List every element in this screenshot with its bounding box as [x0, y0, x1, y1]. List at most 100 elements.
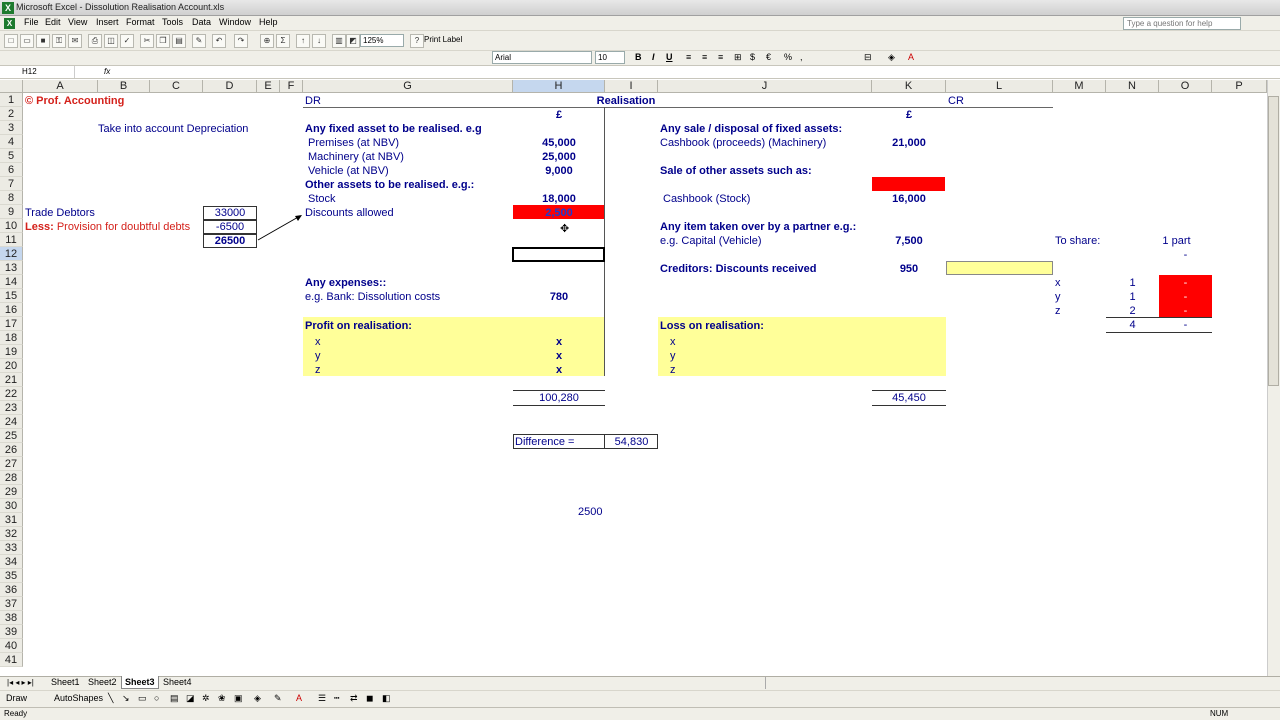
row-header-35[interactable]: 35 [0, 569, 23, 583]
cell-h8[interactable]: 18,000 [513, 192, 605, 206]
cell-h25[interactable]: Difference = [515, 435, 574, 449]
cell-j3[interactable]: Any sale / disposal of fixed assets: [660, 122, 842, 136]
cell-k2[interactable]: £ [872, 108, 946, 122]
cell-g14[interactable]: Any expenses:: [305, 276, 386, 290]
cell-m11[interactable]: To share: [1055, 234, 1100, 248]
col-header-h[interactable]: H [513, 80, 605, 93]
open-icon[interactable]: ▭ [20, 34, 34, 48]
row-header-6[interactable]: 6 [0, 163, 23, 177]
row-header-32[interactable]: 32 [0, 527, 23, 541]
row-header-37[interactable]: 37 [0, 597, 23, 611]
active-cell-h12[interactable] [512, 247, 605, 262]
font-color-icon[interactable]: A [908, 52, 914, 62]
row-header-5[interactable]: 5 [0, 149, 23, 163]
align-left-icon[interactable]: ≡ [686, 52, 691, 62]
new-icon[interactable]: □ [4, 34, 18, 48]
cell-m14[interactable]: x [1055, 276, 1061, 290]
cell-m16[interactable]: z [1055, 304, 1061, 318]
row-header-24[interactable]: 24 [0, 415, 23, 429]
col-header-b[interactable]: B [98, 80, 150, 93]
cell-h6[interactable]: 9,000 [513, 164, 605, 178]
shadow-icon[interactable]: ◼ [366, 693, 373, 704]
cell-g1[interactable]: DR [305, 94, 321, 108]
row-header-12[interactable]: 12 [0, 247, 23, 261]
row-header-40[interactable]: 40 [0, 639, 23, 653]
col-header-a[interactable]: A [23, 80, 98, 93]
comma-icon[interactable]: , [800, 52, 803, 62]
col-header-n[interactable]: N [1106, 80, 1159, 93]
cell-h18[interactable]: x [513, 335, 605, 349]
row-header-15[interactable]: 15 [0, 289, 23, 303]
cell-g5[interactable]: Machinery (at NBV) [308, 150, 404, 164]
row-header-11[interactable]: 11 [0, 233, 23, 247]
cell-k11[interactable]: 7,500 [872, 234, 946, 248]
redo-icon[interactable]: ↷ [234, 34, 248, 48]
help-search-input[interactable]: Type a question for help [1123, 17, 1241, 30]
italic-button[interactable]: I [652, 52, 655, 62]
col-header-i[interactable]: I [605, 80, 658, 93]
menu-format[interactable]: Format [126, 17, 155, 27]
row-header-7[interactable]: 7 [0, 177, 23, 191]
cell-g6[interactable]: Vehicle (at NBV) [308, 164, 389, 178]
col-header-o[interactable]: O [1159, 80, 1212, 93]
rectangle-icon[interactable]: ▭ [138, 693, 147, 704]
cell-j6[interactable]: Sale of other assets such as: [660, 164, 812, 178]
spelling-icon[interactable]: ✓ [120, 34, 134, 48]
row-header-33[interactable]: 33 [0, 541, 23, 555]
cell-k13[interactable]: 950 [872, 262, 946, 276]
cell-d10[interactable]: -6500 [203, 220, 257, 234]
cell-j13[interactable]: Creditors: Discounts received [660, 262, 817, 276]
col-header-k[interactable]: K [872, 80, 946, 93]
cell-n17[interactable]: 4 [1106, 318, 1159, 332]
cell-o11[interactable]: 1 part [1150, 234, 1203, 248]
copy-icon[interactable]: ❐ [156, 34, 170, 48]
cell-a10[interactable]: Less: Provision for doubtful debts [25, 220, 190, 234]
sort-desc-icon[interactable]: ↓ [312, 34, 326, 48]
cell-j17[interactable]: Loss on realisation: [660, 319, 764, 333]
cell-j20[interactable]: z [670, 363, 676, 377]
line-icon[interactable]: ╲ [108, 693, 113, 704]
col-header-g[interactable]: G [303, 80, 513, 93]
cut-icon[interactable]: ✂ [140, 34, 154, 48]
row-header-28[interactable]: 28 [0, 471, 23, 485]
menu-edit[interactable]: Edit [45, 17, 61, 27]
cell-n15[interactable]: 1 [1106, 290, 1159, 304]
row-header-13[interactable]: 13 [0, 261, 23, 275]
row-header-20[interactable]: 20 [0, 359, 23, 373]
cell-j4[interactable]: Cashbook (proceeds) (Machinery) [660, 136, 826, 150]
diagram-icon[interactable]: ✲ [202, 693, 210, 704]
row-header-14[interactable]: 14 [0, 275, 23, 289]
row-header-9[interactable]: 9 [0, 205, 23, 219]
draw-menu-button[interactable]: Draw [6, 693, 27, 703]
cell-k22[interactable]: 45,450 [872, 391, 946, 405]
row-header-31[interactable]: 31 [0, 513, 23, 527]
align-center-icon[interactable]: ≡ [702, 52, 707, 62]
row-header-22[interactable]: 22 [0, 387, 23, 401]
cell-m15[interactable]: y [1055, 290, 1061, 304]
permission-icon[interactable]: ⚿ [52, 34, 66, 48]
cell-h9[interactable]: 2,500 [513, 206, 605, 220]
workbook-icon[interactable]: X [4, 18, 15, 29]
cell-g9[interactable]: Discounts allowed [305, 206, 394, 220]
row-header-18[interactable]: 18 [0, 331, 23, 345]
cell-j18[interactable]: x [670, 335, 676, 349]
zoom-select[interactable]: 125% [360, 34, 404, 47]
line-style-icon[interactable]: ☰ [318, 693, 326, 704]
col-header-m[interactable]: M [1053, 80, 1106, 93]
cell-j10[interactable]: Any item taken over by a partner e.g.: [660, 220, 856, 234]
cell-d9[interactable]: 33000 [203, 206, 257, 220]
help-icon[interactable]: ? [410, 34, 424, 48]
row-header-19[interactable]: 19 [0, 345, 23, 359]
print-icon[interactable]: ⎙ [88, 34, 102, 48]
clipart-icon[interactable]: ❀ [218, 693, 226, 704]
l13-fill[interactable] [946, 261, 1053, 275]
autoshapes-button[interactable]: AutoShapes [54, 693, 103, 703]
cell-h30[interactable]: 2500 [578, 505, 602, 519]
cell-g4[interactable]: Premises (at NBV) [308, 136, 399, 150]
cell-h15[interactable]: 780 [513, 290, 605, 304]
undo-icon[interactable]: ↶ [212, 34, 226, 48]
euro-icon[interactable]: € [766, 52, 771, 62]
menu-data[interactable]: Data [192, 17, 211, 27]
cell-n14[interactable]: 1 [1106, 276, 1159, 290]
cell-h5[interactable]: 25,000 [513, 150, 605, 164]
